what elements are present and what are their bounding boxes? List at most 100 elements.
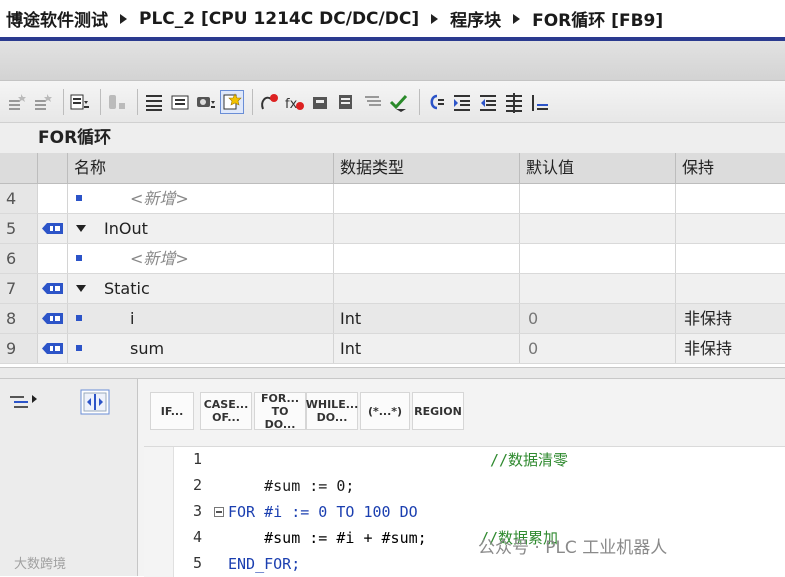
lines-icon[interactable] [362, 91, 384, 113]
retain-cell[interactable] [676, 244, 785, 273]
static-interface-icon [42, 283, 63, 294]
default-value-cell[interactable]: 0 [520, 304, 676, 333]
bullet-icon [76, 255, 82, 261]
tree-list-icon[interactable] [8, 393, 38, 413]
data-type-cell[interactable] [334, 274, 520, 303]
retain-cell[interactable]: 非保持 [676, 334, 785, 363]
code-text[interactable]: #sum := 0; [264, 477, 354, 495]
toolbar-separator [63, 88, 64, 115]
add-new-placeholder[interactable]: <新增> [130, 184, 189, 213]
variable-name[interactable]: i [130, 304, 134, 333]
row-number: 8 [0, 304, 38, 333]
header-retain[interactable]: 保持 [676, 153, 785, 183]
pane-splitter[interactable] [0, 367, 785, 379]
header-data-type[interactable]: 数据类型 [334, 153, 520, 183]
code-comment[interactable]: //数据清零 [490, 447, 568, 473]
breadcrumb-project[interactable]: 博途软件测试 [6, 6, 108, 31]
bullet-icon [76, 315, 82, 321]
block-title: FOR循环 [0, 123, 785, 153]
insert-row-icon[interactable] [6, 91, 28, 113]
format-icon[interactable] [503, 91, 525, 113]
toggle-layout-icon[interactable] [80, 389, 110, 415]
table-row[interactable]: 9 sum Int 0 非保持 [0, 334, 785, 364]
default-value-cell[interactable]: 0 [520, 334, 676, 363]
retain-cell[interactable] [676, 274, 785, 303]
default-value-cell[interactable] [520, 244, 676, 273]
editor-toolbar: fx [0, 81, 785, 123]
code-line[interactable]: #sum := 0; [228, 447, 354, 495]
table-row[interactable]: 8 i Int 0 非保持 [0, 304, 785, 334]
header-icon [38, 153, 68, 183]
variable-name[interactable]: sum [130, 334, 164, 363]
default-value-cell[interactable] [520, 274, 676, 303]
delete-call-icon[interactable]: fx [284, 91, 306, 113]
section-static-label: Static [104, 279, 150, 298]
row-number: 6 [0, 244, 38, 273]
table-row[interactable]: 7 Static [0, 274, 785, 304]
call-icon[interactable] [258, 91, 280, 113]
default-value-cell[interactable] [520, 214, 676, 243]
expand-arrow-icon[interactable] [76, 225, 86, 232]
section-inout-label: InOut [104, 219, 148, 238]
comment-icon[interactable] [529, 91, 551, 113]
for-keyword-button[interactable]: FOR... TO DO... [254, 392, 306, 431]
data-type-cell[interactable] [334, 184, 520, 213]
add-row-icon[interactable] [32, 91, 54, 113]
line-number: 1 [192, 450, 202, 468]
comment-keyword-button[interactable]: (*...*) [360, 392, 410, 430]
expand-arrow-icon[interactable] [76, 285, 86, 292]
breadcrumb-device[interactable]: PLC_2 [CPU 1214C DC/DC/DC] [139, 9, 419, 29]
data-type-cell[interactable]: Int [334, 334, 520, 363]
tag-icon[interactable] [336, 91, 358, 113]
header-default-value[interactable]: 默认值 [520, 153, 676, 183]
code-line[interactable]: #sum := #i + #sum; [228, 525, 427, 551]
header-name[interactable]: 名称 [68, 153, 334, 183]
breadcrumb-block[interactable]: FOR循环 [FB9] [532, 6, 663, 31]
tab-strip [0, 41, 785, 81]
toolbar-separator [419, 88, 420, 115]
retain-cell[interactable]: 非保持 [676, 304, 785, 333]
data-type-cell[interactable] [334, 214, 520, 243]
case-keyword-button[interactable]: CASE... OF... [200, 392, 252, 430]
variable-interface-icon [42, 343, 63, 354]
add-new-placeholder[interactable]: <新增> [130, 244, 189, 273]
fold-collapse-icon[interactable] [214, 507, 224, 517]
row-number: 4 [0, 184, 38, 213]
interface-table: 4 <新增> 5 InOut 6 <新增> 7 Static 8 i Int 0… [0, 184, 785, 364]
chevron-right-icon [431, 13, 439, 24]
check-icon[interactable] [388, 91, 410, 113]
list-icon[interactable] [143, 91, 165, 113]
row-number: 7 [0, 274, 38, 303]
address-icon[interactable] [310, 91, 332, 113]
memory-icon[interactable] [106, 91, 128, 113]
inout-interface-icon [42, 223, 63, 234]
monitor-icon[interactable] [169, 91, 191, 113]
star-icon[interactable] [220, 89, 244, 114]
region-keyword-button[interactable]: REGION [412, 392, 464, 430]
go-back-icon[interactable] [425, 91, 447, 113]
if-keyword-button[interactable]: IF... [150, 392, 194, 430]
code-line[interactable]: END_FOR; [228, 551, 300, 577]
toolbar-separator [252, 88, 253, 115]
bullet-icon [76, 195, 82, 201]
indent-icon[interactable] [451, 91, 473, 113]
data-type-cell[interactable]: Int [334, 304, 520, 333]
variable-interface-icon [42, 313, 63, 324]
default-value-cell[interactable] [520, 184, 676, 213]
table-row[interactable]: 5 InOut [0, 214, 785, 244]
code-line[interactable]: FOR #i := 0 TO 100 DO [228, 499, 418, 525]
breadcrumb-program-blocks[interactable]: 程序块 [450, 6, 501, 31]
table-row[interactable]: 4 <新增> [0, 184, 785, 214]
block-download-icon[interactable] [69, 91, 91, 113]
data-type-cell[interactable] [334, 244, 520, 273]
scl-code-editor[interactable]: 1 #sum := 0; //数据清零 2 3 FOR #i := 0 TO 1… [144, 446, 785, 577]
line-number: 4 [192, 528, 202, 546]
retain-cell[interactable] [676, 214, 785, 243]
while-keyword-button[interactable]: WHILE... DO... [306, 392, 358, 430]
snapshot-icon[interactable] [195, 91, 217, 113]
watermark-corner-text: 大数跨境 [14, 557, 67, 572]
outdent-icon[interactable] [477, 91, 499, 113]
retain-cell[interactable] [676, 184, 785, 213]
table-row[interactable]: 6 <新增> [0, 244, 785, 274]
bullet-icon [76, 345, 82, 351]
